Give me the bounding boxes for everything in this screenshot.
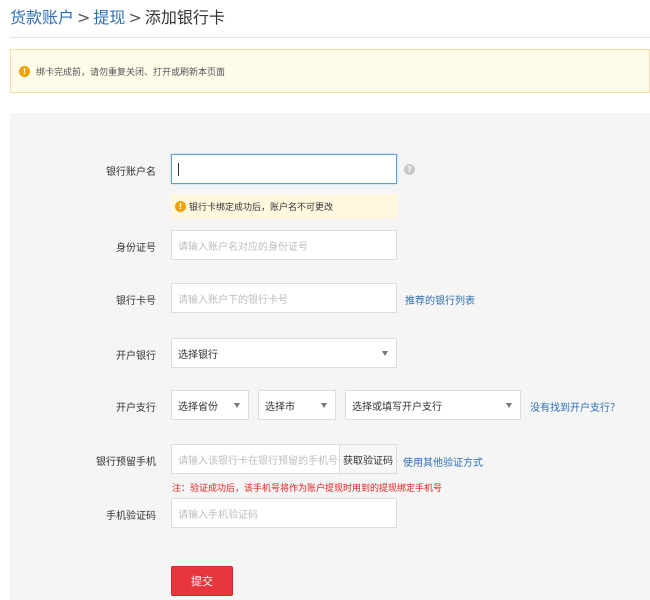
province-select[interactable]: 选择省份 bbox=[171, 390, 249, 420]
warning-icon: ! bbox=[175, 201, 186, 212]
question-icon[interactable]: ? bbox=[404, 164, 415, 175]
card-number-input[interactable]: 请输入账户下的银行卡号 bbox=[171, 283, 397, 313]
city-select-value: 选择市 bbox=[265, 401, 295, 413]
account-name-label: 银行账户名 bbox=[106, 167, 156, 178]
text-cursor bbox=[178, 162, 179, 176]
branch-select-value: 选择或填写开户支行 bbox=[352, 401, 442, 413]
card-number-label: 银行卡号 bbox=[116, 296, 156, 307]
phone-label: 银行预留手机 bbox=[96, 457, 156, 468]
breadcrumb-goods-account[interactable]: 货款账户 bbox=[10, 8, 74, 27]
branch-label: 开户支行 bbox=[116, 403, 156, 414]
warning-icon: ! bbox=[19, 65, 30, 77]
bank-select-value: 选择银行 bbox=[178, 349, 218, 361]
breadcrumb: 货款账户 > 提现 > 添加银行卡 bbox=[10, 4, 225, 28]
sms-code-label: 手机验证码 bbox=[106, 511, 156, 522]
id-number-label: 身份证号 bbox=[116, 243, 156, 254]
header-divider bbox=[10, 37, 650, 38]
bank-select[interactable]: 选择银行 bbox=[171, 338, 397, 368]
page-title: 添加银行卡 bbox=[144, 8, 225, 27]
dropdown-arrow-icon bbox=[506, 403, 512, 408]
notice-banner: ! 绑卡完成前，请勿重复关闭、打开或刷新本页面 bbox=[10, 49, 650, 93]
city-select[interactable]: 选择市 bbox=[258, 390, 336, 420]
breadcrumb-withdraw[interactable]: 提现 bbox=[93, 8, 125, 27]
phone-input[interactable]: 请输入该银行卡在银行预留的手机号码 bbox=[171, 444, 340, 474]
branch-select[interactable]: 选择或填写开户支行 bbox=[345, 390, 521, 420]
notice-text: 绑卡完成前，请勿重复关闭、打开或刷新本页面 bbox=[36, 67, 226, 78]
id-number-input[interactable]: 请输入账户名对应的身份证号 bbox=[171, 230, 397, 260]
dropdown-arrow-icon bbox=[382, 351, 388, 356]
account-name-tip: ! 银行卡绑定成功后，账户名不可更改 bbox=[171, 194, 397, 219]
phone-note: 注：验证成功后，该手机号将作为账户提现时用到的提现绑定手机号 bbox=[172, 484, 443, 494]
breadcrumb-separator: > bbox=[128, 8, 142, 27]
other-verification-link[interactable]: 使用其他验证方式 bbox=[403, 454, 483, 469]
province-select-value: 选择省份 bbox=[178, 401, 218, 413]
account-name-input[interactable] bbox=[171, 154, 397, 184]
bank-label: 开户银行 bbox=[116, 351, 156, 362]
get-code-button[interactable]: 获取验证码 bbox=[339, 444, 397, 474]
dropdown-arrow-icon bbox=[234, 403, 240, 408]
submit-button[interactable]: 提交 bbox=[171, 566, 233, 596]
recommended-banks-link[interactable]: 推荐的银行列表 bbox=[405, 292, 475, 307]
dropdown-arrow-icon bbox=[321, 403, 327, 408]
branch-not-found-link[interactable]: 没有找到开户支行？ bbox=[530, 399, 620, 414]
breadcrumb-separator: > bbox=[77, 8, 91, 27]
sms-code-input[interactable]: 请输入手机验证码 bbox=[171, 498, 397, 528]
